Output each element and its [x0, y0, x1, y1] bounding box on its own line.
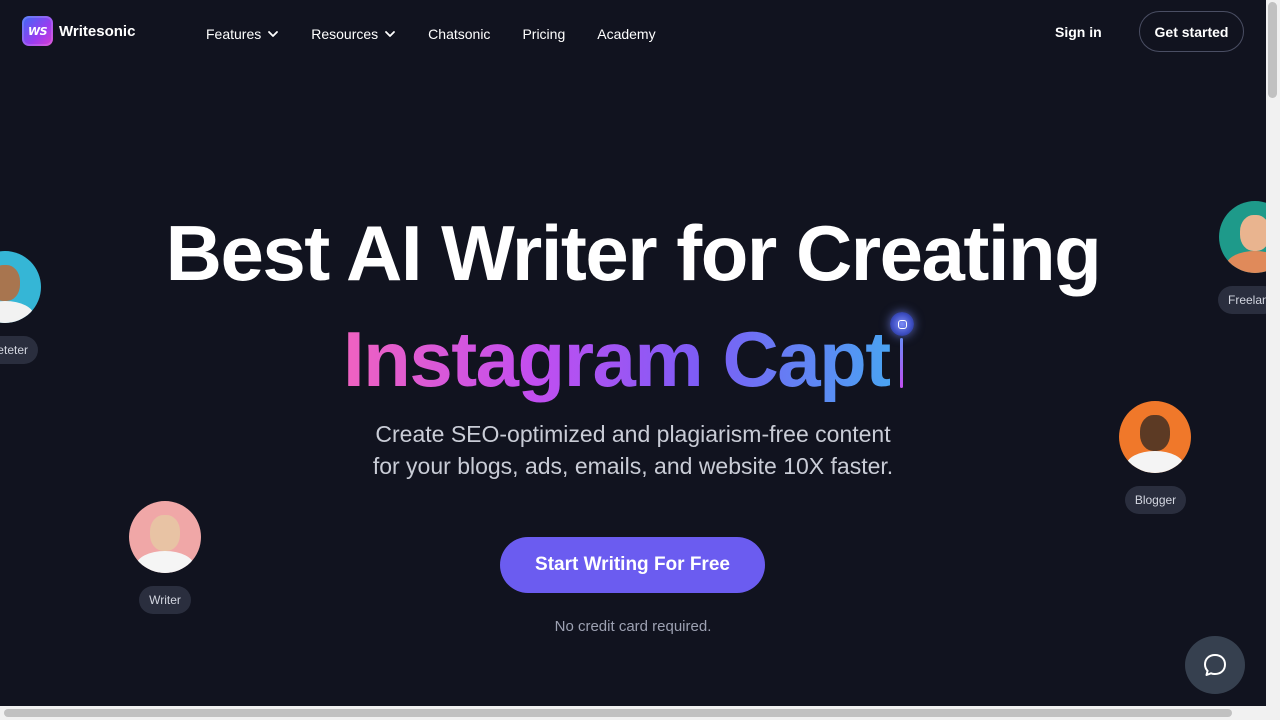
nav-features-label: Features	[206, 26, 262, 42]
chat-launcher-button[interactable]	[1185, 636, 1245, 694]
nav-chatsonic-label: Chatsonic	[428, 26, 491, 42]
hero-headline: Best AI Writer for Creating	[165, 209, 1102, 297]
horizontal-scrollbar-thumb[interactable]	[4, 709, 1232, 717]
role-pill-writer: Writer	[139, 586, 191, 614]
nav-features[interactable]: Features	[206, 26, 279, 42]
top-navigation: WS Writesonic Features Resources Chatson…	[0, 0, 1266, 66]
nav-resources-label: Resources	[311, 26, 379, 42]
nav-academy-label: Academy	[597, 26, 656, 42]
vertical-scrollbar-thumb[interactable]	[1268, 2, 1277, 98]
role-pill-marketer: rketeter	[0, 336, 38, 364]
nav-resources[interactable]: Resources	[311, 26, 396, 42]
chevron-down-icon	[385, 31, 396, 37]
nav-academy[interactable]: Academy	[597, 26, 655, 42]
hero-subtitle-line2: for your blogs, ads, emails, and website…	[372, 453, 894, 479]
vertical-scrollbar[interactable]	[1266, 0, 1280, 720]
get-started-button[interactable]: Get started	[1139, 11, 1244, 52]
chevron-down-icon	[268, 31, 279, 37]
nav-chatsonic[interactable]: Chatsonic	[428, 26, 490, 42]
nav-links: Features Resources Chatsonic Pricing Aca…	[206, 26, 656, 42]
typing-caret	[900, 338, 903, 388]
nav-pricing-label: Pricing	[522, 26, 566, 42]
typing-cursor-icon	[890, 312, 914, 336]
chat-bubble-icon	[1204, 654, 1226, 676]
sign-in-link[interactable]: Sign in	[1055, 24, 1102, 40]
hero-subtitle-line1: Create SEO-optimized and plagiarism-free…	[375, 421, 891, 447]
no-credit-card-note: No credit card required.	[554, 618, 712, 635]
avatar-blogger	[1119, 401, 1191, 473]
hero-subtitle: Create SEO-optimized and plagiarism-free…	[0, 418, 1266, 482]
logo-mark-icon: WS	[22, 16, 53, 46]
avatar-writer	[129, 501, 201, 573]
logo-text: Writesonic	[59, 22, 136, 40]
start-writing-button[interactable]: Start Writing For Free	[500, 537, 765, 593]
role-pill-blogger: Blogger	[1125, 486, 1186, 514]
hero-typed-text: Instagram Capt	[343, 315, 891, 403]
writesonic-logo[interactable]: WS Writesonic	[22, 16, 135, 46]
nav-pricing[interactable]: Pricing	[522, 26, 565, 42]
